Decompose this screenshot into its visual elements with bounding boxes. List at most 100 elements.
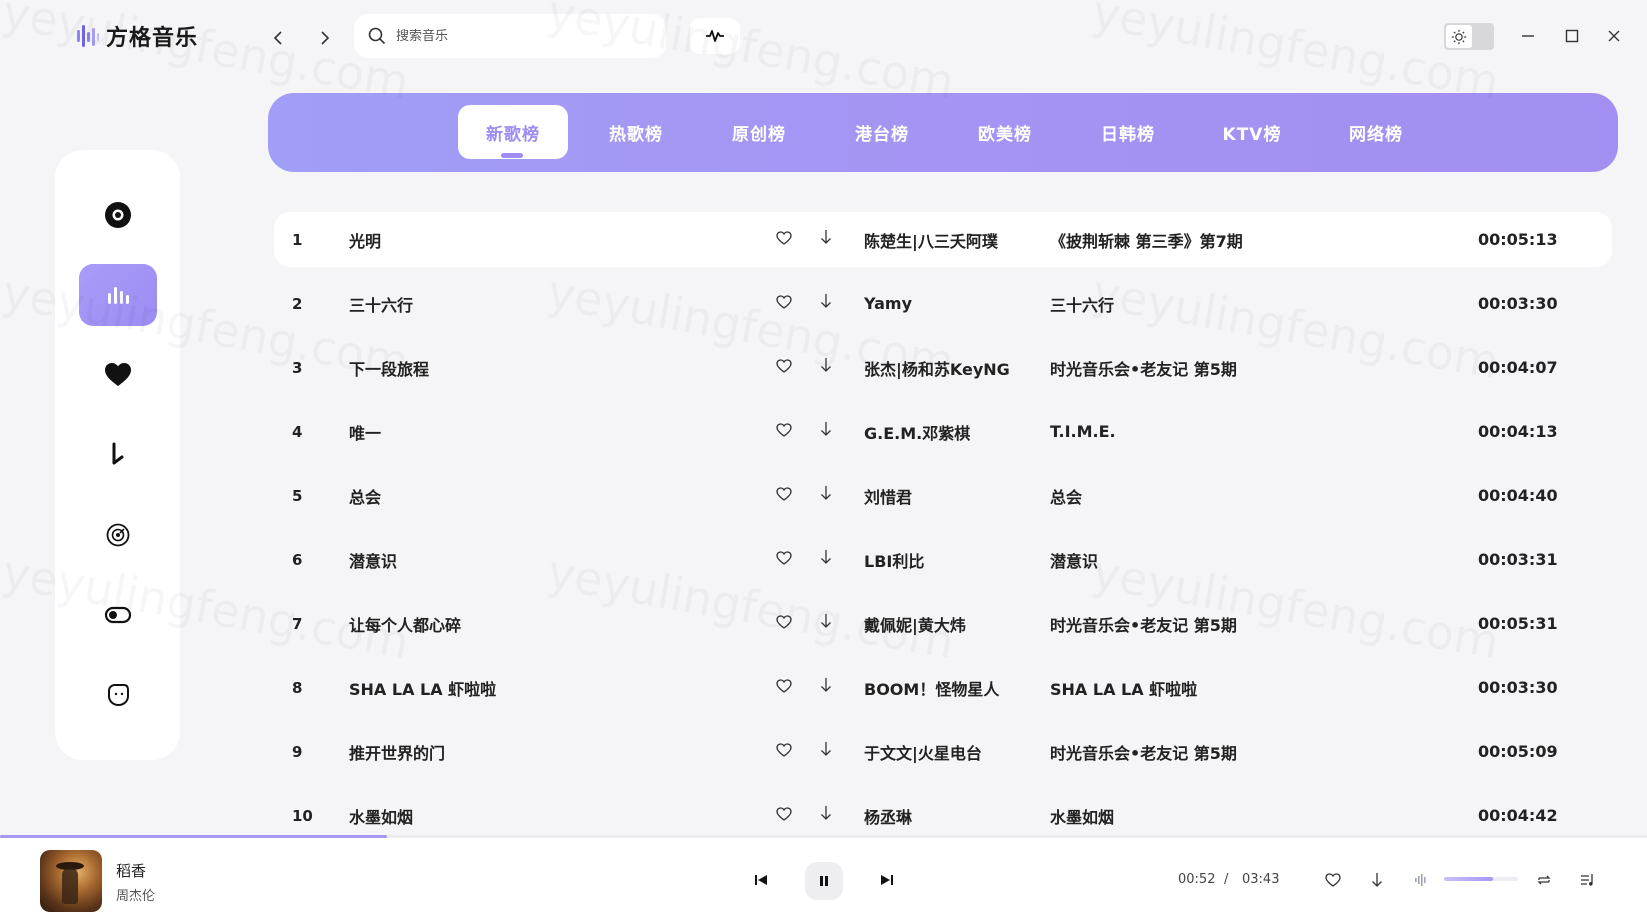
download-button[interactable] [820,741,832,761]
song-row[interactable]: 2 三十六行 Yamy 三十六行 00:03:30 [274,276,1612,331]
like-button[interactable] [776,806,792,825]
song-album[interactable]: 水墨如烟 [1050,804,1114,828]
sidebar-item-charts[interactable] [79,264,157,326]
volume-button[interactable] [1411,870,1431,890]
song-album[interactable]: SHA LA LA 虾啦啦 [1050,676,1197,700]
song-title[interactable]: 水墨如烟 [349,804,413,828]
close-button[interactable] [1602,24,1626,48]
song-album[interactable]: T.I.M.E. [1050,422,1116,441]
song-rank: 6 [292,550,303,569]
arrow-down-icon [821,742,831,756]
download-button[interactable] [820,293,832,313]
download-button[interactable] [820,421,832,441]
search-input[interactable] [396,28,636,44]
song-row[interactable]: 7 让每个人都心碎 戴佩妮|黄大炜 时光音乐会•老友记 第5期 00:05:31 [274,596,1612,651]
like-button[interactable] [776,230,792,249]
song-title[interactable]: 下一段旅程 [349,356,429,380]
song-album[interactable]: 时光音乐会•老友记 第5期 [1050,612,1237,636]
song-title[interactable]: 推开世界的门 [349,740,445,764]
song-artist[interactable]: G.E.M.邓紫棋 [864,420,970,444]
song-album[interactable]: 时光音乐会•老友记 第5期 [1050,356,1237,380]
volume-slider[interactable] [1444,877,1518,881]
song-row[interactable]: 3 下一段旅程 张杰|杨和苏KeyNG 时光音乐会•老友记 第5期 00:04:07 [274,340,1612,395]
song-artist[interactable]: 陈楚生|八三夭阿璞 [864,228,998,252]
album-cover[interactable] [40,850,102,912]
song-album[interactable]: 潜意识 [1050,548,1098,572]
song-album[interactable]: 《披荆斩棘 第三季》第7期 [1050,228,1243,252]
song-artist[interactable]: 于文文|火星电台 [864,740,982,764]
song-title[interactable]: 三十六行 [349,292,413,316]
song-row[interactable]: 9 推开世界的门 于文文|火星电台 时光音乐会•老友记 第5期 00:05:09 [274,724,1612,779]
pause-button[interactable] [805,862,843,900]
song-album[interactable]: 三十六行 [1050,292,1114,316]
song-row[interactable]: 8 SHA LA LA 虾啦啦 BOOM！怪物星人 SHA LA LA 虾啦啦 00:0… [274,660,1612,715]
sidebar-item-favorites[interactable] [79,344,157,406]
maximize-button[interactable] [1560,24,1584,48]
tab-western[interactable]: 欧美榜 [950,105,1060,159]
arrow-down-icon [821,294,831,308]
song-title[interactable]: 让每个人都心碎 [349,612,461,636]
repeat-mode-button[interactable] [1534,870,1554,890]
like-button[interactable] [776,358,792,377]
download-button[interactable] [820,805,832,825]
song-artist[interactable]: LBI利比 [864,548,924,572]
heart-icon [105,363,131,386]
song-artist[interactable]: 杨丞琳 [864,804,912,828]
song-row[interactable]: 1 光明 陈楚生|八三夭阿璞 《披荆斩棘 第三季》第7期 00:05:13 [274,212,1612,267]
like-button[interactable] [776,678,792,697]
minimize-button[interactable] [1516,24,1540,48]
song-title[interactable]: 潜意识 [349,548,397,572]
song-artist[interactable]: 张杰|杨和苏KeyNG [864,356,1010,380]
song-artist[interactable]: BOOM！怪物星人 [864,676,999,700]
tab-new-songs[interactable]: 新歌榜 [458,105,568,159]
song-title[interactable]: 总会 [349,484,381,508]
song-row[interactable]: 4 唯一 G.E.M.邓紫棋 T.I.M.E. 00:04:13 [274,404,1612,459]
download-button[interactable] [820,229,832,249]
song-row[interactable]: 6 潜意识 LBI利比 潜意识 00:03:31 [274,532,1612,587]
forward-button[interactable] [311,24,339,52]
song-duration: 00:05:13 [1478,230,1558,249]
download-button[interactable] [820,549,832,569]
song-title[interactable]: 唯一 [349,420,381,444]
search-box[interactable] [354,14,666,58]
sidebar-item-about[interactable] [79,664,157,726]
song-title[interactable]: SHA LA LA 虾啦啦 [349,676,496,700]
back-button[interactable] [264,24,292,52]
download-button[interactable] [820,613,832,633]
song-artist[interactable]: 刘惜君 [864,484,912,508]
previous-button[interactable] [752,871,770,889]
like-button[interactable] [776,422,792,441]
tab-network[interactable]: 网络榜 [1321,105,1431,159]
playlist-button[interactable] [1578,870,1598,890]
song-artist[interactable]: Yamy [864,294,912,313]
sidebar-item-discover[interactable] [79,184,157,246]
download-button[interactable] [820,357,832,377]
download-button[interactable] [820,677,832,697]
sidebar-item-settings[interactable] [79,584,157,646]
song-artist[interactable]: 戴佩妮|黄大炜 [864,612,966,636]
song-duration: 00:03:30 [1478,678,1558,697]
tab-ktv[interactable]: KTV榜 [1197,105,1307,159]
song-title[interactable]: 光明 [349,228,381,252]
theme-toggle-knob [1446,25,1472,48]
song-row[interactable]: 5 总会 刘惜君 总会 00:04:40 [274,468,1612,523]
next-button[interactable] [878,871,896,889]
like-button[interactable] [776,742,792,761]
sidebar-item-downloads[interactable] [79,424,157,486]
sidebar-item-local[interactable] [79,504,157,566]
listen-recognize-button[interactable] [690,18,740,54]
player-download-button[interactable] [1367,870,1387,890]
like-button[interactable] [776,486,792,505]
download-button[interactable] [820,485,832,505]
song-album[interactable]: 总会 [1050,484,1082,508]
tab-hk-tw[interactable]: 港台榜 [827,105,937,159]
tab-jp-kr[interactable]: 日韩榜 [1073,105,1183,159]
like-button[interactable] [776,294,792,313]
like-button[interactable] [776,550,792,569]
theme-toggle[interactable] [1444,23,1494,50]
like-button[interactable] [776,614,792,633]
song-album[interactable]: 时光音乐会•老友记 第5期 [1050,740,1237,764]
player-like-button[interactable] [1323,870,1343,890]
tab-original[interactable]: 原创榜 [704,105,814,159]
tab-hot-songs[interactable]: 热歌榜 [581,105,691,159]
